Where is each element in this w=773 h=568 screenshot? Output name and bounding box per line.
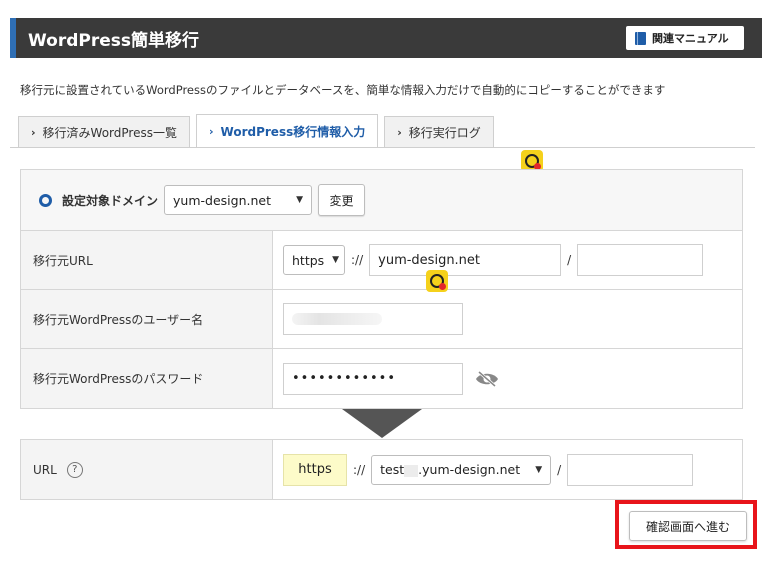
source-password-input[interactable]: •••••••••••• <box>283 362 463 395</box>
tab-label: 移行実行ログ <box>408 126 481 140</box>
eye-off-icon[interactable] <box>475 370 499 387</box>
page-header: WordPress簡単移行 関連マニュアル <box>10 18 762 58</box>
tab-label: WordPress移行情報入力 <box>220 125 366 139</box>
path-separator: / <box>557 462 562 477</box>
source-password-row: 移行元WordPressのパスワード •••••••••••• <box>21 348 742 408</box>
target-url-label: URL <box>33 462 57 477</box>
protocol-separator: :// <box>351 253 364 267</box>
target-protocol: https <box>283 453 347 486</box>
domain-select-value: yum-design.net <box>173 192 271 208</box>
source-url-row: 移行元URL https ▼ :// yum-design.net / <box>21 230 742 289</box>
source-host-input[interactable]: yum-design.net <box>369 244 562 276</box>
source-protocol-value: https <box>292 252 325 268</box>
target-url-row: URL ? https :// test .yum-design.net ▼ / <box>20 439 743 500</box>
domain-select[interactable]: yum-design.net ▼ <box>164 185 313 215</box>
chevron-down-icon: ▼ <box>332 255 340 265</box>
source-url-value: https ▼ :// yum-design.net / <box>273 231 742 289</box>
tab-bar: › 移行済みWordPress一覧 › WordPress移行情報入力 › 移行… <box>18 114 500 148</box>
source-password-label: 移行元WordPressのパスワード <box>21 349 273 408</box>
target-host-prefix: test <box>380 462 405 477</box>
next-button-highlight: 確認画面へ進む <box>615 500 757 549</box>
page-description: 移行元に設置されているWordPressのファイルとデータベースを、簡単な情報入… <box>20 83 666 97</box>
page-title: WordPress簡単移行 <box>28 30 199 51</box>
manual-button[interactable]: 関連マニュアル <box>626 26 744 50</box>
book-icon <box>635 31 646 45</box>
tab-migration-log[interactable]: › 移行実行ログ <box>384 116 494 148</box>
down-arrow-icon <box>342 409 422 438</box>
domain-row: 設定対象ドメイン yum-design.net ▼ 変更 <box>21 170 742 230</box>
target-host-domain: .yum-design.net <box>418 462 521 477</box>
chevron-right-icon: › <box>208 125 214 138</box>
monitor-extension-icon[interactable] <box>426 270 448 292</box>
chevron-down-icon: ▼ <box>296 195 304 205</box>
source-form: 設定対象ドメイン yum-design.net ▼ 変更 移行元URL http… <box>20 169 743 409</box>
source-user-row: 移行元WordPressのユーザー名 <box>21 289 742 348</box>
target-url-value: https :// test .yum-design.net ▼ / <box>273 440 742 499</box>
redacted-username <box>292 313 382 325</box>
target-url-label-cell: URL ? <box>21 440 273 499</box>
tab-migration-input[interactable]: › WordPress移行情報入力 <box>195 114 379 148</box>
change-domain-button[interactable]: 変更 <box>318 184 366 216</box>
chevron-down-icon: ▼ <box>535 464 543 475</box>
source-user-label: 移行元WordPressのユーザー名 <box>21 290 273 348</box>
chevron-right-icon: › <box>397 126 402 139</box>
tab-divider <box>10 147 755 148</box>
domain-radio[interactable] <box>39 193 52 207</box>
target-host-select[interactable]: test .yum-design.net ▼ <box>371 454 552 485</box>
protocol-separator: :// <box>353 462 366 477</box>
source-password-value: •••••••••••• <box>273 349 742 408</box>
redacted-subdomain <box>404 464 419 477</box>
domain-label: 設定対象ドメイン <box>62 193 159 208</box>
tab-migrated-list[interactable]: › 移行済みWordPress一覧 <box>18 116 190 148</box>
tab-label: 移行済みWordPress一覧 <box>42 126 177 140</box>
source-protocol-select[interactable]: https ▼ <box>283 245 345 275</box>
chevron-right-icon: › <box>31 126 36 139</box>
manual-button-label: 関連マニュアル <box>652 32 729 45</box>
source-url-label: 移行元URL <box>21 231 273 289</box>
source-username-input[interactable] <box>283 303 463 335</box>
target-path-input[interactable] <box>567 453 694 486</box>
help-icon[interactable]: ? <box>66 461 83 478</box>
path-separator: / <box>567 253 572 267</box>
target-host-value: test .yum-design.net <box>380 462 520 477</box>
source-path-input[interactable] <box>577 244 704 276</box>
proceed-to-confirm-button[interactable]: 確認画面へ進む <box>629 511 747 541</box>
source-user-value <box>273 290 742 348</box>
